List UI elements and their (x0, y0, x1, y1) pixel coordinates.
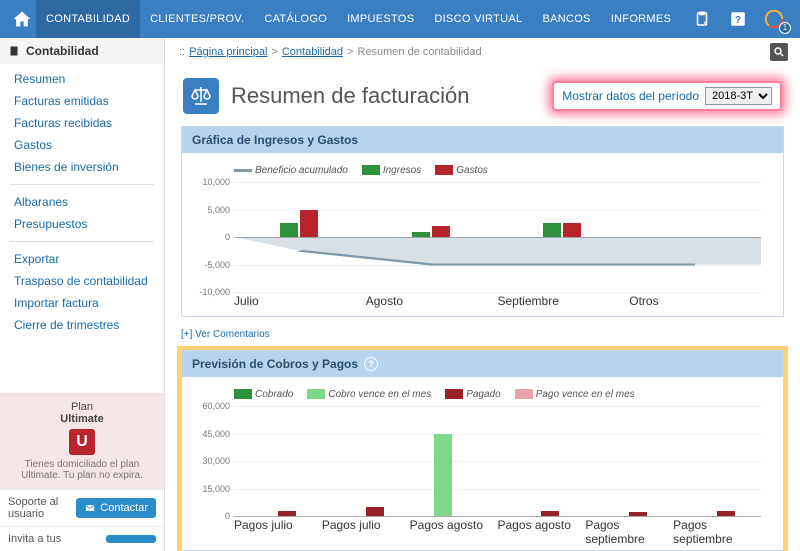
breadcrumb-l2: Resumen de contabilidad (357, 46, 481, 58)
invite-row: Invita a tus (0, 526, 164, 551)
page-title: Resumen de facturación (231, 83, 552, 109)
legend-chart2: CobradoCobro vence en el mesPagadoPago v… (234, 389, 771, 400)
support-row: Soporte al usuario Contactar (0, 489, 164, 526)
chart2-xlabels: Pagos julioPagos julioPagos agostoPagos … (234, 518, 761, 542)
panel1-header: Gráfica de Ingresos y Gastos (182, 127, 783, 153)
sidebar-item-facturas-recibidas[interactable]: Facturas recibidas (0, 112, 164, 134)
invite-button[interactable] (106, 535, 156, 543)
nav-contabilidad[interactable]: CONTABILIDAD (36, 0, 140, 38)
sidebar-item-bienes-de-inversión[interactable]: Bienes de inversión (0, 156, 164, 178)
svg-text:?: ? (735, 14, 741, 26)
plan-name: Ultimate (6, 413, 158, 425)
chart-forecast: 60,00045,00030,00015,0000 (234, 406, 761, 516)
notification-badge: 1 (779, 22, 791, 34)
document-icon (8, 45, 20, 57)
page-header: Resumen de facturación Mostrar datos del… (175, 66, 790, 126)
sidebar-item-gastos[interactable]: Gastos (0, 134, 164, 156)
sidebar-item-facturas-emitidas[interactable]: Facturas emitidas (0, 90, 164, 112)
sidebar-item-resumen[interactable]: Resumen (0, 68, 164, 90)
contact-button[interactable]: Contactar (76, 498, 156, 518)
content-area: :: Página principal > Contabilidad > Res… (165, 38, 800, 551)
legend-chart1: Beneficio acumuladoIngresosGastos (234, 165, 771, 176)
sidebar-item-exportar[interactable]: Exportar (0, 248, 164, 270)
support-label: Soporte al usuario (8, 496, 70, 520)
sidebar-item-traspaso-de-contabilidad[interactable]: Traspaso de contabilidad (0, 270, 164, 292)
breadcrumb-home[interactable]: Página principal (189, 46, 267, 58)
app-logo-icon[interactable]: 1 (760, 5, 788, 33)
sidebar-item-importar-factura[interactable]: Importar factura (0, 292, 164, 314)
panel-income-expense: Gráfica de Ingresos y Gastos Beneficio a… (181, 126, 784, 317)
panel2-header: Previsión de Cobros y Pagos ? (182, 351, 783, 377)
plan-logo: U (69, 429, 95, 455)
home-icon[interactable] (8, 5, 36, 33)
help-circle-icon[interactable]: ? (364, 357, 378, 371)
nav-impuestos[interactable]: IMPUESTOS (337, 0, 424, 38)
plan-box: Plan Ultimate U Tienes domiciliado el pl… (0, 393, 164, 489)
nav-catlogo[interactable]: CATÁLOGO (254, 0, 337, 38)
sidebar-item-presupuestos[interactable]: Presupuestos (0, 213, 164, 235)
nav-clientesprov[interactable]: CLIENTES/PROV. (140, 0, 254, 38)
breadcrumb-l1[interactable]: Contabilidad (282, 46, 343, 58)
top-nav: CONTABILIDADCLIENTES/PROV.CATÁLOGOIMPUES… (0, 0, 800, 38)
sidebar-title: Contabilidad (0, 38, 164, 64)
period-label: Mostrar datos del período (562, 89, 699, 103)
nav-informes[interactable]: INFORMES (601, 0, 681, 38)
mail-icon (84, 503, 96, 513)
nav-discovirtual[interactable]: DISCO VIRTUAL (424, 0, 532, 38)
chart-income-expense: 10,0005,0000-5,000-10,000 (234, 182, 761, 292)
comments-link-1[interactable]: [+] Ver Comentarios (181, 329, 784, 340)
panel-forecast: Previsión de Cobros y Pagos ? CobradoCob… (181, 350, 784, 551)
scales-icon (183, 78, 219, 114)
period-select[interactable]: 2018-3T (705, 87, 772, 105)
sidebar-item-cierre-de-trimestres[interactable]: Cierre de trimestres (0, 314, 164, 336)
invite-label: Invita a tus (8, 533, 100, 545)
clipboard-icon[interactable] (688, 5, 716, 33)
plan-label: Plan (6, 401, 158, 413)
breadcrumb: :: Página principal > Contabilidad > Res… (175, 38, 790, 66)
sidebar-item-albaranes[interactable]: Albaranes (0, 191, 164, 213)
chart1-xlabels: JulioAgostoSeptiembreOtros (234, 294, 761, 308)
help-icon[interactable]: ? (724, 5, 752, 33)
search-icon[interactable] (770, 43, 788, 61)
plan-note: Tienes domiciliado el plan Ultimate. Tu … (6, 459, 158, 481)
sidebar: Contabilidad ResumenFacturas emitidasFac… (0, 38, 165, 551)
period-selector: Mostrar datos del período 2018-3T (552, 81, 782, 111)
nav-bancos[interactable]: BANCOS (532, 0, 600, 38)
